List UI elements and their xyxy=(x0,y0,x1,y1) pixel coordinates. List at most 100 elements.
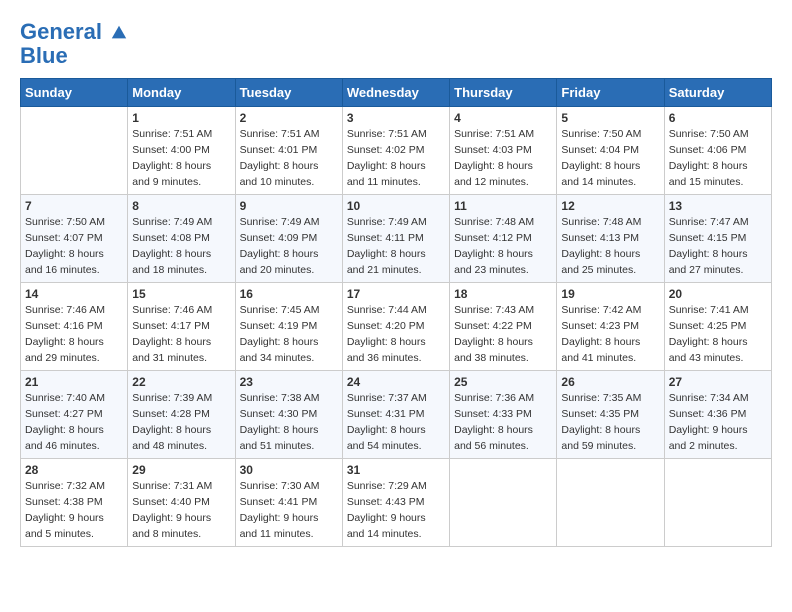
day-number: 27 xyxy=(669,375,767,389)
day-number: 1 xyxy=(132,111,230,125)
day-info: Sunrise: 7:50 AMSunset: 4:04 PMDaylight:… xyxy=(561,127,659,190)
day-info: Sunrise: 7:48 AMSunset: 4:13 PMDaylight:… xyxy=(561,215,659,278)
calendar-cell: 11 Sunrise: 7:48 AMSunset: 4:12 PMDayligh… xyxy=(450,195,557,283)
day-number: 30 xyxy=(240,463,338,477)
calendar-cell xyxy=(21,107,128,195)
header-day-thursday: Thursday xyxy=(450,79,557,107)
day-number: 29 xyxy=(132,463,230,477)
day-number: 20 xyxy=(669,287,767,301)
calendar-cell: 24 Sunrise: 7:37 AMSunset: 4:31 PMDayligh… xyxy=(342,371,449,459)
logo-text: General xyxy=(20,20,128,44)
calendar-cell: 28 Sunrise: 7:32 AMSunset: 4:38 PMDayligh… xyxy=(21,459,128,547)
calendar-cell: 10 Sunrise: 7:49 AMSunset: 4:11 PMDayligh… xyxy=(342,195,449,283)
calendar-cell: 30 Sunrise: 7:30 AMSunset: 4:41 PMDayligh… xyxy=(235,459,342,547)
calendar-cell: 4 Sunrise: 7:51 AMSunset: 4:03 PMDaylight… xyxy=(450,107,557,195)
week-row-2: 7 Sunrise: 7:50 AMSunset: 4:07 PMDaylight… xyxy=(21,195,772,283)
day-number: 26 xyxy=(561,375,659,389)
calendar-cell: 15 Sunrise: 7:46 AMSunset: 4:17 PMDayligh… xyxy=(128,283,235,371)
day-info: Sunrise: 7:47 AMSunset: 4:15 PMDaylight:… xyxy=(669,215,767,278)
calendar-cell: 14Sunrise: 7:46 AMSunset: 4:16 PMDayligh… xyxy=(21,283,128,371)
calendar-cell xyxy=(664,459,771,547)
day-number: 7 xyxy=(25,199,123,213)
day-info: Sunrise: 7:30 AMSunset: 4:41 PMDaylight:… xyxy=(240,479,338,542)
calendar-cell: 6Sunrise: 7:50 AMSunset: 4:06 PMDaylight… xyxy=(664,107,771,195)
day-info: Sunrise: 7:49 AMSunset: 4:09 PMDaylight:… xyxy=(240,215,338,278)
day-info: Sunrise: 7:37 AMSunset: 4:31 PMDaylight:… xyxy=(347,391,445,454)
day-info: Sunrise: 7:39 AMSunset: 4:28 PMDaylight:… xyxy=(132,391,230,454)
day-number: 24 xyxy=(347,375,445,389)
day-number: 13 xyxy=(669,199,767,213)
calendar-cell: 23 Sunrise: 7:38 AMSunset: 4:30 PMDayligh… xyxy=(235,371,342,459)
calendar-cell: 17 Sunrise: 7:44 AMSunset: 4:20 PMDayligh… xyxy=(342,283,449,371)
day-info: Sunrise: 7:36 AMSunset: 4:33 PMDaylight:… xyxy=(454,391,552,454)
calendar-cell xyxy=(450,459,557,547)
logo: General Blue xyxy=(20,20,128,68)
calendar-cell: 5 Sunrise: 7:50 AMSunset: 4:04 PMDaylight… xyxy=(557,107,664,195)
calendar-cell: 19Sunrise: 7:42 AMSunset: 4:23 PMDayligh… xyxy=(557,283,664,371)
calendar-cell: 22 Sunrise: 7:39 AMSunset: 4:28 PMDayligh… xyxy=(128,371,235,459)
day-number: 12 xyxy=(561,199,659,213)
day-info: Sunrise: 7:38 AMSunset: 4:30 PMDaylight:… xyxy=(240,391,338,454)
calendar-cell: 26 Sunrise: 7:35 AMSunset: 4:35 PMDayligh… xyxy=(557,371,664,459)
week-row-4: 21Sunrise: 7:40 AMSunset: 4:27 PMDayligh… xyxy=(21,371,772,459)
day-info: Sunrise: 7:49 AMSunset: 4:11 PMDaylight:… xyxy=(347,215,445,278)
header-row: SundayMondayTuesdayWednesdayThursdayFrid… xyxy=(21,79,772,107)
calendar-cell: 2Sunrise: 7:51 AMSunset: 4:01 PMDaylight… xyxy=(235,107,342,195)
day-info: Sunrise: 7:44 AMSunset: 4:20 PMDaylight:… xyxy=(347,303,445,366)
week-row-3: 14Sunrise: 7:46 AMSunset: 4:16 PMDayligh… xyxy=(21,283,772,371)
day-info: Sunrise: 7:32 AMSunset: 4:38 PMDaylight:… xyxy=(25,479,123,542)
day-number: 5 xyxy=(561,111,659,125)
day-number: 25 xyxy=(454,375,552,389)
day-info: Sunrise: 7:49 AMSunset: 4:08 PMDaylight:… xyxy=(132,215,230,278)
calendar-cell: 16 Sunrise: 7:45 AMSunset: 4:19 PMDayligh… xyxy=(235,283,342,371)
day-number: 31 xyxy=(347,463,445,477)
day-info: Sunrise: 7:46 AMSunset: 4:17 PMDaylight:… xyxy=(132,303,230,366)
day-number: 4 xyxy=(454,111,552,125)
header-day-wednesday: Wednesday xyxy=(342,79,449,107)
calendar-cell xyxy=(557,459,664,547)
calendar-cell: 8 Sunrise: 7:49 AMSunset: 4:08 PMDaylight… xyxy=(128,195,235,283)
calendar-cell: 18Sunrise: 7:43 AMSunset: 4:22 PMDayligh… xyxy=(450,283,557,371)
week-row-5: 28 Sunrise: 7:32 AMSunset: 4:38 PMDayligh… xyxy=(21,459,772,547)
day-info: Sunrise: 7:34 AMSunset: 4:36 PMDaylight:… xyxy=(669,391,767,454)
calendar-cell: 1 Sunrise: 7:51 AMSunset: 4:00 PMDaylight… xyxy=(128,107,235,195)
calendar-cell: 7 Sunrise: 7:50 AMSunset: 4:07 PMDaylight… xyxy=(21,195,128,283)
day-info: Sunrise: 7:45 AMSunset: 4:19 PMDaylight:… xyxy=(240,303,338,366)
calendar-table: SundayMondayTuesdayWednesdayThursdayFrid… xyxy=(20,78,772,547)
header-day-monday: Monday xyxy=(128,79,235,107)
calendar-cell: 3Sunrise: 7:51 AMSunset: 4:02 PMDaylight… xyxy=(342,107,449,195)
day-info: Sunrise: 7:48 AMSunset: 4:12 PMDaylight:… xyxy=(454,215,552,278)
calendar-cell: 13 Sunrise: 7:47 AMSunset: 4:15 PMDayligh… xyxy=(664,195,771,283)
logo-general: General xyxy=(20,19,102,44)
header: General Blue xyxy=(20,20,772,68)
day-info: Sunrise: 7:51 AMSunset: 4:00 PMDaylight:… xyxy=(132,127,230,190)
day-info: Sunrise: 7:51 AMSunset: 4:02 PMDaylight:… xyxy=(347,127,445,190)
calendar-cell: 27 Sunrise: 7:34 AMSunset: 4:36 PMDayligh… xyxy=(664,371,771,459)
calendar-cell: 21Sunrise: 7:40 AMSunset: 4:27 PMDayligh… xyxy=(21,371,128,459)
day-number: 14 xyxy=(25,287,123,301)
calendar-cell: 31 Sunrise: 7:29 AMSunset: 4:43 PMDayligh… xyxy=(342,459,449,547)
calendar-cell: 9Sunrise: 7:49 AMSunset: 4:09 PMDaylight… xyxy=(235,195,342,283)
day-info: Sunrise: 7:43 AMSunset: 4:22 PMDaylight:… xyxy=(454,303,552,366)
calendar-cell: 12 Sunrise: 7:48 AMSunset: 4:13 PMDayligh… xyxy=(557,195,664,283)
day-info: Sunrise: 7:41 AMSunset: 4:25 PMDaylight:… xyxy=(669,303,767,366)
calendar-cell: 29Sunrise: 7:31 AMSunset: 4:40 PMDayligh… xyxy=(128,459,235,547)
day-number: 28 xyxy=(25,463,123,477)
day-number: 16 xyxy=(240,287,338,301)
day-number: 11 xyxy=(454,199,552,213)
day-number: 17 xyxy=(347,287,445,301)
day-number: 8 xyxy=(132,199,230,213)
day-info: Sunrise: 7:51 AMSunset: 4:01 PMDaylight:… xyxy=(240,127,338,190)
header-day-friday: Friday xyxy=(557,79,664,107)
header-day-tuesday: Tuesday xyxy=(235,79,342,107)
day-number: 22 xyxy=(132,375,230,389)
day-number: 15 xyxy=(132,287,230,301)
day-number: 21 xyxy=(25,375,123,389)
day-number: 19 xyxy=(561,287,659,301)
day-info: Sunrise: 7:51 AMSunset: 4:03 PMDaylight:… xyxy=(454,127,552,190)
day-info: Sunrise: 7:35 AMSunset: 4:35 PMDaylight:… xyxy=(561,391,659,454)
day-info: Sunrise: 7:29 AMSunset: 4:43 PMDaylight:… xyxy=(347,479,445,542)
day-number: 10 xyxy=(347,199,445,213)
day-info: Sunrise: 7:50 AMSunset: 4:07 PMDaylight:… xyxy=(25,215,123,278)
day-number: 23 xyxy=(240,375,338,389)
